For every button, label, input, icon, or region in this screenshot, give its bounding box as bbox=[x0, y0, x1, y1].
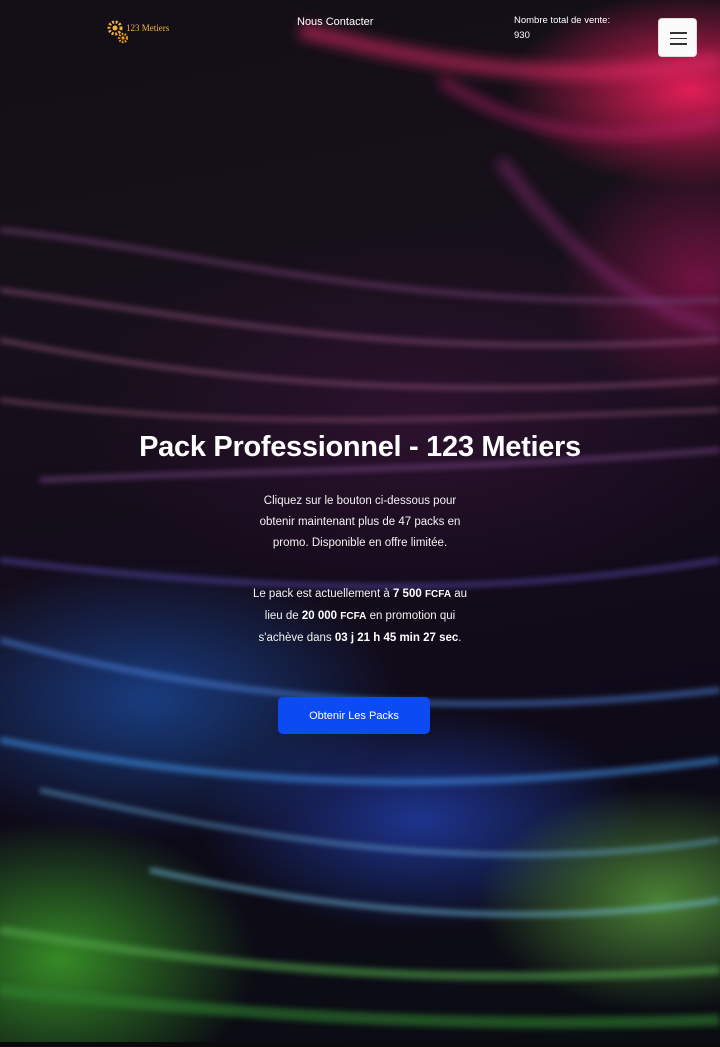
promo-price: 7 500 FCFA bbox=[393, 588, 451, 600]
sales-counter: Nombre total de vente: 930 bbox=[514, 15, 611, 41]
price-prefix: Le pack est actuellement à bbox=[252, 588, 390, 600]
gear-icon bbox=[107, 20, 128, 44]
bottom-edge bbox=[0, 1042, 720, 1047]
hero-description: Cliquez sur le bouton ci-dessous pour ob… bbox=[259, 495, 461, 549]
promo-amount: 7 500 bbox=[392, 588, 422, 600]
get-packs-button[interactable]: Obtenir Les Packs bbox=[278, 697, 430, 734]
original-price: 20 000 FCFA bbox=[302, 610, 367, 622]
price-statement: Le pack est actuellement à 7 500 FCFA au… bbox=[250, 584, 470, 648]
original-amount: 20 000 bbox=[301, 609, 338, 622]
hamburger-menu-icon bbox=[670, 43, 687, 45]
menu-toggle-button[interactable] bbox=[658, 18, 697, 57]
hamburger-menu-icon bbox=[670, 32, 687, 34]
promo-currency: FCFA bbox=[424, 589, 452, 600]
contact-link[interactable]: Nous Contacter bbox=[297, 16, 373, 28]
countdown-timer: 03 j 21 h 45 min 27 sec bbox=[334, 631, 459, 644]
logo-text: 123 Metiers bbox=[126, 23, 170, 33]
site-logo[interactable]: 123 Metiers bbox=[106, 18, 170, 44]
original-currency: FCFA bbox=[340, 610, 367, 622]
price-end: . bbox=[458, 631, 462, 644]
page-title: Pack Professionnel - 123 Metiers bbox=[139, 431, 581, 463]
hamburger-menu-icon bbox=[670, 37, 687, 39]
